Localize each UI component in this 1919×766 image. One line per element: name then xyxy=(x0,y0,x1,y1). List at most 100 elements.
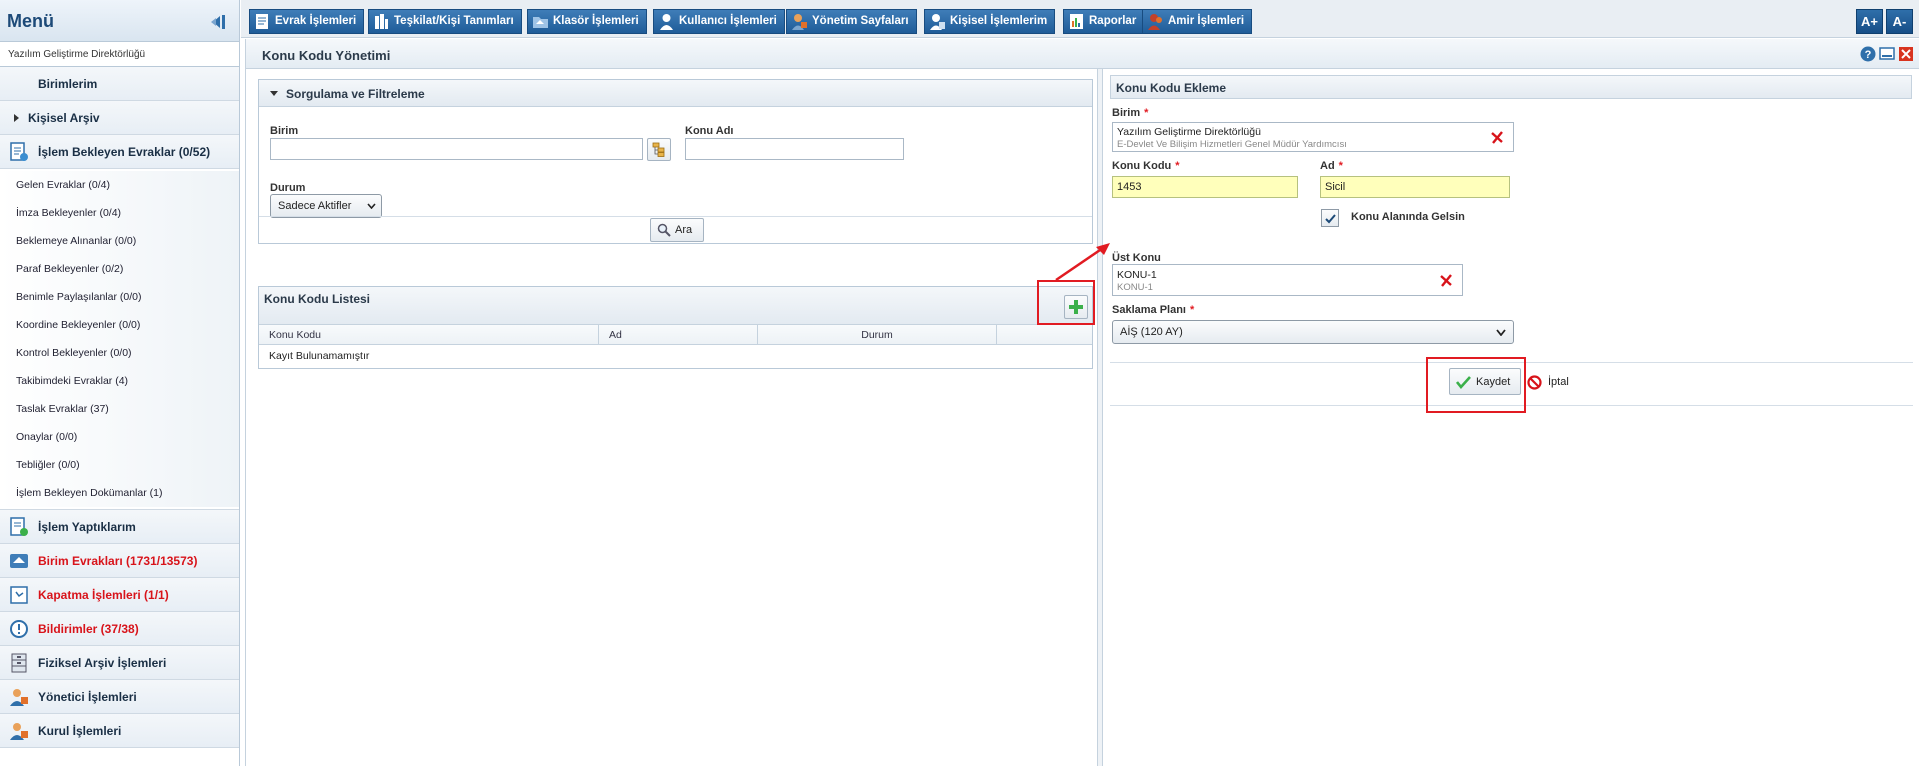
column-durum[interactable]: Durum xyxy=(758,325,997,345)
ust-konu-label: Üst Konu xyxy=(1112,252,1161,264)
column-konu-kodu[interactable]: Konu Kodu xyxy=(259,325,599,345)
highlight-save-button xyxy=(1426,357,1526,413)
sidebar-subitem[interactable]: Beklemeye Alınanlar (0/0) xyxy=(0,227,239,255)
sidebar-subitem[interactable]: Tebliğler (0/0) xyxy=(0,451,239,479)
collapse-arrow-icon xyxy=(270,91,278,96)
tab-klasor-islemleri[interactable]: Klasör İşlemleri xyxy=(527,9,647,34)
collapse-menu-icon[interactable] xyxy=(210,14,228,30)
close-window-icon[interactable] xyxy=(1898,46,1914,62)
ust-konu-value: KONU-1 xyxy=(1117,269,1157,281)
filter-panel-header[interactable]: Sorgulama ve Filtreleme xyxy=(259,80,1092,107)
minimize-window-icon[interactable] xyxy=(1879,46,1895,62)
column-ad[interactable]: Ad xyxy=(599,325,758,345)
sidebar-item-kapatma[interactable]: Kapatma İşlemleri (1/1) xyxy=(0,578,239,612)
list-table-header: Konu Kodu Ad Durum xyxy=(259,325,1092,345)
sidebar-subitem[interactable]: Taslak Evraklar (37) xyxy=(0,395,239,423)
divider xyxy=(259,216,1092,217)
clear-birim-icon[interactable] xyxy=(1491,131,1504,144)
done-documents-icon xyxy=(10,517,28,536)
sidebar-item-islem-yaptiklarim[interactable]: İşlem Yaptıklarım xyxy=(0,510,239,544)
ad-label: Ad * xyxy=(1320,160,1343,172)
font-increase-button[interactable]: A+ xyxy=(1856,9,1883,34)
birim-filter-label: Birim xyxy=(270,125,299,137)
tab-amir-islemleri[interactable]: Amir İşlemleri xyxy=(1142,9,1253,34)
form-birim-parent: E-Devlet Ve Bilişim Hizmetleri Genel Müd… xyxy=(1117,139,1347,150)
sidebar-subitem[interactable]: Takibimdeki Evraklar (4) xyxy=(0,367,239,395)
form-birim-value: Yazılım Geliştirme Direktörlüğü xyxy=(1117,126,1261,138)
page-title: Konu Kodu Yönetimi xyxy=(262,48,391,63)
cancel-button[interactable]: İptal xyxy=(1525,368,1573,395)
sidebar-item-fiziksel-arsiv[interactable]: Fiziksel Arşiv İşlemleri xyxy=(0,646,239,680)
tab-kullanici-islemleri[interactable]: Kullanıcı İşlemleri xyxy=(653,9,785,34)
user-icon xyxy=(660,14,673,30)
saklama-plani-select[interactable]: AİŞ (120 AY) xyxy=(1112,320,1514,344)
sidebar-item-kisisel-arsiv[interactable]: Kişisel Arşiv xyxy=(0,101,239,135)
sidebar-subitem[interactable]: İşlem Bekleyen Dokümanlar (1) xyxy=(0,479,239,507)
sidebar-subitem[interactable]: Benimle Paylaşılanlar (0/0) xyxy=(0,283,239,311)
sidebar: Menü Yazılım Geliştirme Direktörlüğü Bir… xyxy=(0,0,240,766)
search-button[interactable]: Ara xyxy=(650,218,704,242)
search-icon xyxy=(657,223,671,237)
top-navigation-bar: Evrak İşlemleri Teşkilat/Kişi Tanımları … xyxy=(241,0,1919,38)
highlight-add-button xyxy=(1037,280,1095,325)
sidebar-item-bildirimler[interactable]: Bildirimler (37/38) xyxy=(0,612,239,646)
supervisor-icon xyxy=(1148,14,1162,30)
cancel-icon xyxy=(1527,375,1542,390)
pending-documents-icon xyxy=(10,142,28,161)
konu-kodu-list-panel: Konu Kodu Listesi Konu Kodu Ad Durum Kay… xyxy=(258,286,1093,369)
sidebar-subitem[interactable]: Gelen Evraklar (0/4) xyxy=(0,171,239,199)
form-title: Konu Kodu Ekleme xyxy=(1116,81,1227,95)
page-title-bar: Konu Kodu Yönetimi ? xyxy=(246,39,1919,69)
organization-icon xyxy=(375,14,388,29)
sidebar-item-islem-bekleyen[interactable]: İşlem Bekleyen Evraklar (0/52) xyxy=(0,135,239,169)
sidebar-item-kurul[interactable]: Kurul İşlemleri xyxy=(0,714,239,748)
main-content: Konu Kodu Yönetimi ? Sorgulama ve Filtre… xyxy=(245,39,1919,766)
checkmark-icon xyxy=(1325,214,1336,224)
sidebar-item-birim-evraklari[interactable]: Birim Evrakları (1731/13573) xyxy=(0,544,239,578)
help-icon[interactable]: ? xyxy=(1860,46,1876,62)
sidebar-item-birimlerim[interactable]: Birimlerim xyxy=(0,67,239,101)
sidebar-subitem[interactable]: Paraf Bekleyenler (0/2) xyxy=(0,255,239,283)
konu-alaninda-checkbox[interactable] xyxy=(1321,209,1339,227)
admin-user-icon xyxy=(10,689,28,706)
tab-yonetim-sayfalari[interactable]: Yönetim Sayfaları xyxy=(786,9,917,34)
ad-input[interactable]: Sicil xyxy=(1320,176,1510,198)
sidebar-subitem[interactable]: Koordine Bekleyenler (0/0) xyxy=(0,311,239,339)
konu-kodu-input[interactable]: 1453 xyxy=(1112,176,1298,198)
sidebar-subitem[interactable]: Onaylar (0/0) xyxy=(0,423,239,451)
folder-icon xyxy=(533,17,548,28)
menu-header: Menü xyxy=(0,0,239,42)
sidebar-item-yonetici[interactable]: Yönetici İşlemleri xyxy=(0,680,239,714)
font-decrease-button[interactable]: A- xyxy=(1886,9,1913,34)
tab-kisisel-islemlerim[interactable]: Kişisel İşlemlerim xyxy=(924,9,1056,34)
current-org: Yazılım Geliştirme Direktörlüğü xyxy=(0,42,239,67)
konu-adi-filter-input[interactable] xyxy=(685,138,904,160)
durum-filter-select[interactable]: Sadece Aktifler xyxy=(270,194,382,218)
ust-konu-field[interactable]: KONU-1 KONU-1 xyxy=(1112,264,1463,296)
list-header: Konu Kodu Listesi xyxy=(259,287,1092,325)
tab-teskilat-kisi[interactable]: Teşkilat/Kişi Tanımları xyxy=(368,9,522,34)
document-icon xyxy=(256,14,268,29)
clear-ust-konu-icon[interactable] xyxy=(1440,274,1453,287)
splitter[interactable] xyxy=(1097,69,1103,766)
chevron-down-icon xyxy=(367,203,376,209)
menu-title: Menü xyxy=(7,11,54,31)
list-title: Konu Kodu Listesi xyxy=(264,292,370,306)
tab-raporlar[interactable]: Raporlar xyxy=(1063,9,1145,34)
sidebar-subitem[interactable]: Kontrol Bekleyenler (0/0) xyxy=(0,339,239,367)
tab-evrak-islemleri[interactable]: Evrak İşlemleri xyxy=(249,9,365,34)
committee-user-icon xyxy=(10,723,28,740)
manager-icon xyxy=(792,14,807,30)
report-icon xyxy=(1070,14,1083,29)
birim-tree-button[interactable] xyxy=(647,138,671,161)
notification-icon xyxy=(10,620,28,638)
form-birim-field[interactable]: Yazılım Geliştirme Direktörlüğü E-Devlet… xyxy=(1112,122,1514,152)
durum-filter-label: Durum xyxy=(270,182,306,194)
konu-kodu-label: Konu Kodu * xyxy=(1112,160,1180,172)
form-birim-label: Birim * xyxy=(1112,107,1149,119)
form-header: Konu Kodu Ekleme xyxy=(1110,75,1912,99)
birim-filter-input[interactable] xyxy=(270,138,643,160)
ust-konu-sub: KONU-1 xyxy=(1117,282,1153,293)
tree-select-icon xyxy=(652,142,665,157)
sidebar-subitem[interactable]: İmza Bekleyenler (0/4) xyxy=(0,199,239,227)
